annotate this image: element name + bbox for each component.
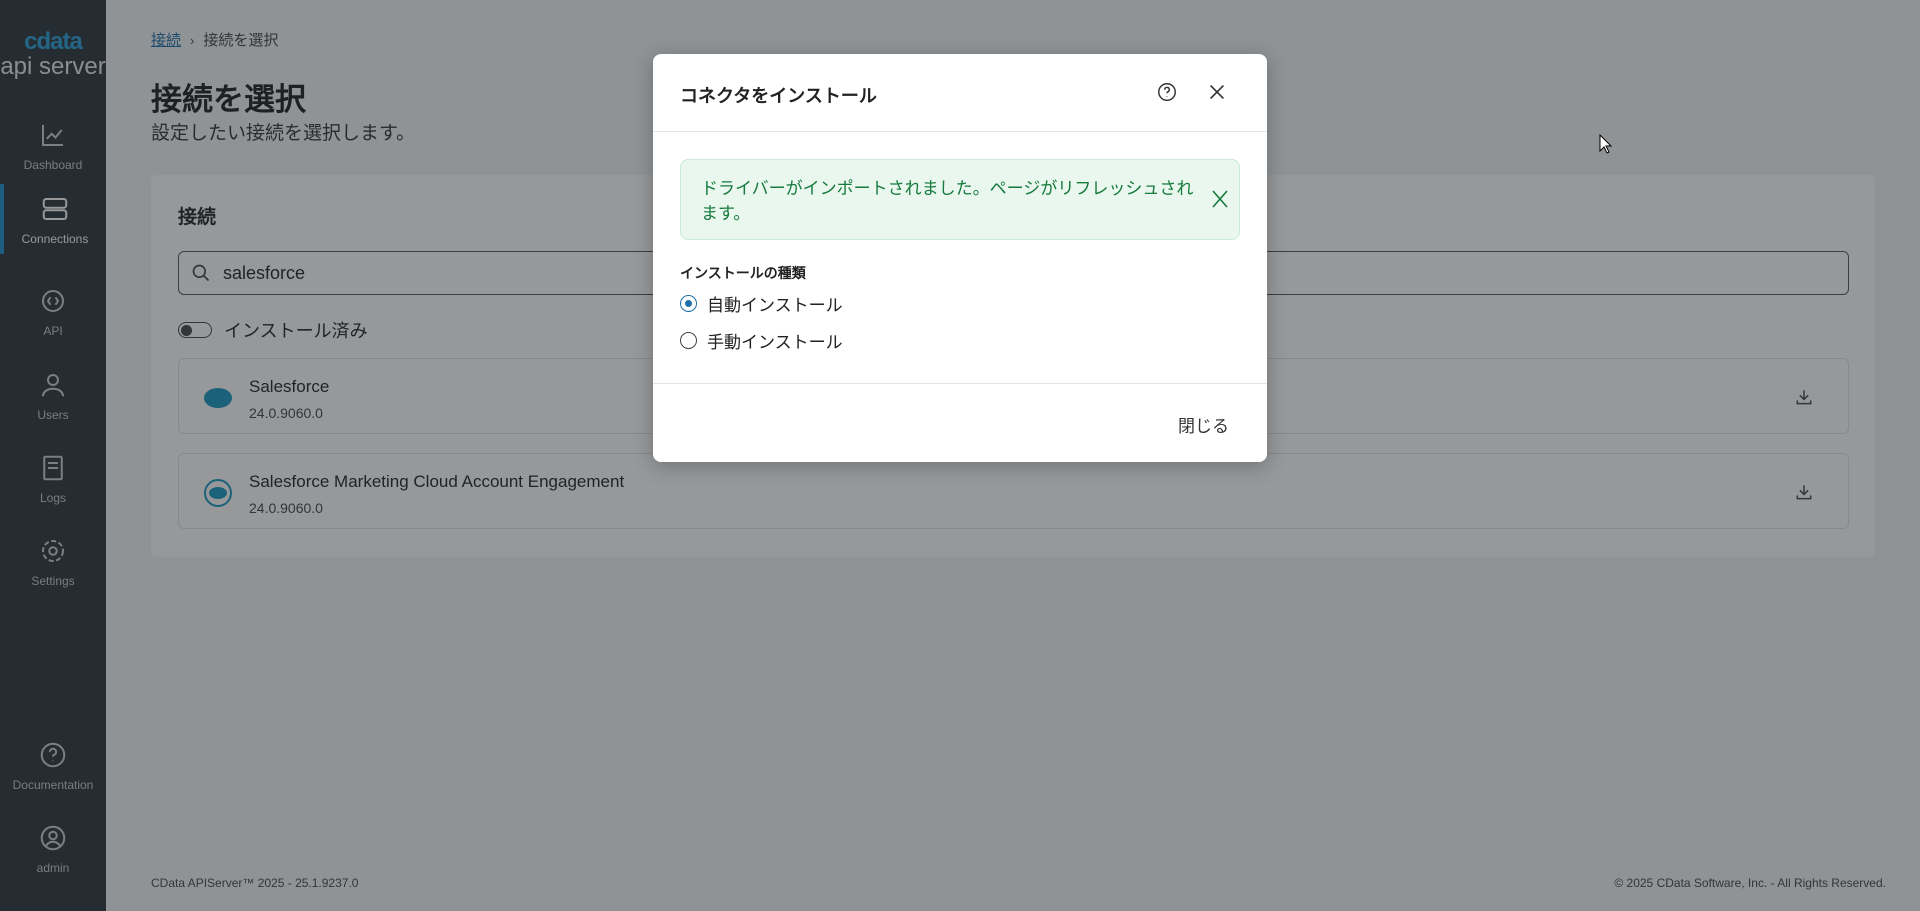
success-alert: ドライバーがインポートされました。ページがリフレッシュされます。 bbox=[680, 159, 1240, 240]
install-type-label: インストールの種類 bbox=[680, 265, 806, 281]
radio-button[interactable] bbox=[680, 295, 697, 312]
radio-auto-install[interactable]: 自動インストール bbox=[680, 291, 843, 316]
help-icon[interactable] bbox=[1156, 81, 1178, 103]
radio-manual-install[interactable]: 手動インストール bbox=[680, 328, 843, 353]
alert-close-icon[interactable] bbox=[1211, 189, 1229, 209]
close-button[interactable]: 閉じる bbox=[1178, 412, 1229, 437]
install-connector-dialog: コネクタをインストール ドライバーがインポートされました。ページがリフレッシュさ… bbox=[653, 54, 1267, 462]
alert-message: ドライバーがインポートされました。ページがリフレッシュされます。 bbox=[701, 179, 1194, 223]
radio-button[interactable] bbox=[680, 332, 697, 349]
dialog-title: コネクタをインストール bbox=[680, 86, 877, 106]
radio-label: 手動インストール bbox=[707, 333, 843, 352]
close-icon[interactable] bbox=[1206, 81, 1228, 103]
dialog-header: コネクタをインストール bbox=[653, 54, 1267, 132]
dialog-footer-divider bbox=[653, 383, 1267, 384]
mouse-cursor-icon bbox=[1599, 134, 1613, 154]
radio-label: 自動インストール bbox=[707, 296, 843, 315]
